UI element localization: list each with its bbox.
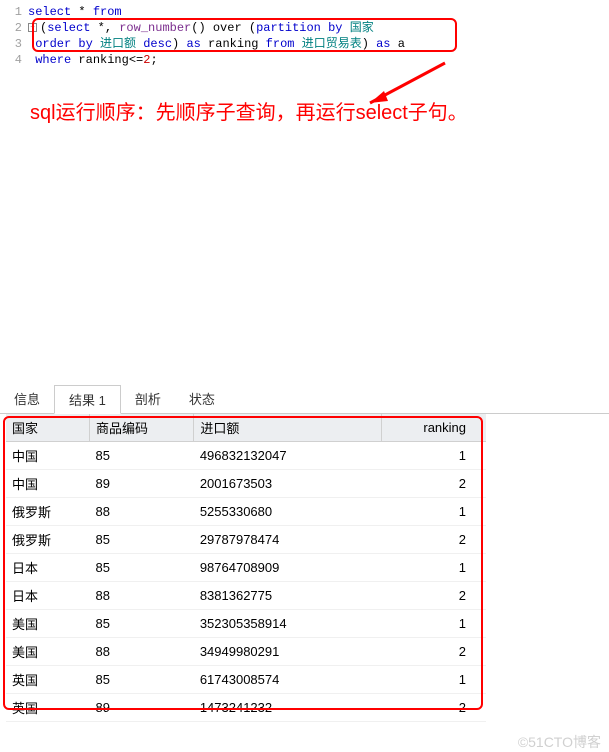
table-row[interactable]: 日本8883813627752: [6, 582, 486, 610]
cell-country[interactable]: 日本: [6, 582, 89, 610]
cell-amount[interactable]: 496832132047: [194, 442, 382, 470]
arrow-icon: [350, 58, 460, 121]
cell-rank[interactable]: 2: [382, 526, 486, 554]
table-row[interactable]: 中国8920016735032: [6, 470, 486, 498]
cell-country[interactable]: 英国: [6, 666, 89, 694]
table-row[interactable]: 俄罗斯85297879784742: [6, 526, 486, 554]
result-panel: 国家 商品编码 进口额 ranking 中国854968321320471中国8…: [0, 414, 609, 722]
cell-rank[interactable]: 1: [382, 610, 486, 638]
cell-amount[interactable]: 61743008574: [194, 666, 382, 694]
cell-rank[interactable]: 2: [382, 694, 486, 722]
cell-amount[interactable]: 352305358914: [194, 610, 382, 638]
cell-country[interactable]: 美国: [6, 638, 89, 666]
sql-editor-pane: 1 2 3 4 select * from −(select *, row_nu…: [0, 0, 609, 135]
cell-amount[interactable]: 1473241232: [194, 694, 382, 722]
cell-code[interactable]: 85: [89, 666, 193, 694]
col-header-amount[interactable]: 进口额: [194, 414, 382, 442]
table-row[interactable]: 俄罗斯8852553306801: [6, 498, 486, 526]
tab-profile[interactable]: 剖析: [121, 385, 175, 413]
table-row[interactable]: 日本85987647089091: [6, 554, 486, 582]
table-row[interactable]: 英国8914732412322: [6, 694, 486, 722]
cell-code[interactable]: 88: [89, 638, 193, 666]
code-line-2: −(select *, row_number() over (partition…: [28, 20, 609, 36]
code-body[interactable]: select * from −(select *, row_number() o…: [28, 4, 609, 68]
cell-country[interactable]: 日本: [6, 554, 89, 582]
cell-amount[interactable]: 5255330680: [194, 498, 382, 526]
cell-code[interactable]: 85: [89, 526, 193, 554]
table-row[interactable]: 美国853523053589141: [6, 610, 486, 638]
result-tabs: 信息 结果 1 剖析 状态: [0, 385, 609, 414]
cell-code[interactable]: 85: [89, 554, 193, 582]
cell-country[interactable]: 俄罗斯: [6, 526, 89, 554]
cell-rank[interactable]: 1: [382, 498, 486, 526]
cell-amount[interactable]: 2001673503: [194, 470, 382, 498]
cell-code[interactable]: 89: [89, 470, 193, 498]
cell-rank[interactable]: 1: [382, 666, 486, 694]
cell-country[interactable]: 英国: [6, 694, 89, 722]
result-table[interactable]: 国家 商品编码 进口额 ranking 中国854968321320471中国8…: [6, 414, 486, 722]
annotation-text: sql运行顺序：先顺序子查询，再运行select子句。: [30, 96, 609, 125]
cell-rank[interactable]: 2: [382, 582, 486, 610]
cell-code[interactable]: 88: [89, 498, 193, 526]
table-header-row: 国家 商品编码 进口额 ranking: [6, 414, 486, 442]
cell-rank[interactable]: 2: [382, 638, 486, 666]
code-line-4: where ranking<=2;: [28, 52, 609, 68]
tab-info[interactable]: 信息: [0, 385, 54, 413]
cell-code[interactable]: 88: [89, 582, 193, 610]
table-row[interactable]: 美国88349499802912: [6, 638, 486, 666]
cell-rank[interactable]: 2: [382, 470, 486, 498]
cell-country[interactable]: 中国: [6, 442, 89, 470]
cell-country[interactable]: 中国: [6, 470, 89, 498]
table-row[interactable]: 中国854968321320471: [6, 442, 486, 470]
code-line-3: order by 进口额 desc) as ranking from 进口贸易表…: [28, 36, 609, 52]
cell-rank[interactable]: 1: [382, 442, 486, 470]
tab-result[interactable]: 结果 1: [54, 385, 121, 414]
watermark: ©51CTO博客: [518, 732, 601, 752]
cell-amount[interactable]: 98764708909: [194, 554, 382, 582]
cell-code[interactable]: 85: [89, 442, 193, 470]
tab-status[interactable]: 状态: [175, 385, 229, 413]
cell-country[interactable]: 美国: [6, 610, 89, 638]
table-row[interactable]: 英国85617430085741: [6, 666, 486, 694]
fold-minus-icon[interactable]: −: [28, 23, 37, 32]
col-header-code[interactable]: 商品编码: [89, 414, 193, 442]
col-header-country[interactable]: 国家: [6, 414, 89, 442]
cell-country[interactable]: 俄罗斯: [6, 498, 89, 526]
line-gutter: 1 2 3 4: [0, 4, 28, 68]
cell-code[interactable]: 89: [89, 694, 193, 722]
cell-amount[interactable]: 8381362775: [194, 582, 382, 610]
cell-amount[interactable]: 34949980291: [194, 638, 382, 666]
cell-code[interactable]: 85: [89, 610, 193, 638]
col-header-rank[interactable]: ranking: [382, 414, 486, 442]
cell-amount[interactable]: 29787978474: [194, 526, 382, 554]
code-line-1: select * from: [28, 4, 609, 20]
cell-rank[interactable]: 1: [382, 554, 486, 582]
